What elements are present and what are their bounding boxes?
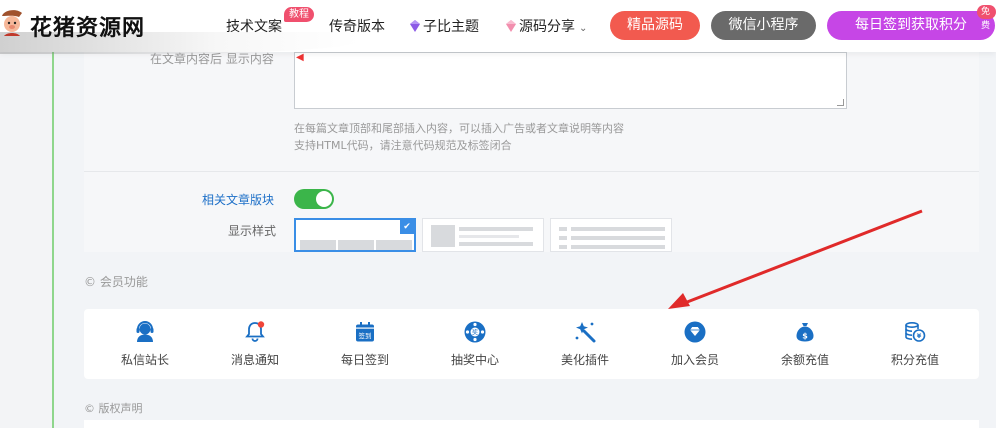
member-features-bar: 私信站长 消息通知 签到 每日签到 奖 抽奖中心 美化插件 加入会员 $ 余额充… bbox=[84, 309, 979, 379]
feature-daily-checkin[interactable]: 签到 每日签到 bbox=[310, 309, 420, 379]
wechat-miniprogram-button[interactable]: 微信小程序 bbox=[711, 11, 816, 40]
feature-beautify-plugins[interactable]: 美化插件 bbox=[530, 309, 640, 379]
red-marker-icon: ◀ bbox=[296, 52, 304, 63]
magic-wand-icon bbox=[575, 322, 596, 343]
feature-label: 余额充值 bbox=[780, 353, 829, 367]
feature-label: 每日签到 bbox=[340, 353, 389, 367]
related-posts-section: 相关文章版块 显示样式 ✔ bbox=[84, 172, 979, 252]
premium-source-button[interactable]: 精品源码 bbox=[610, 11, 700, 40]
money-bag-icon: $ bbox=[796, 323, 814, 342]
daily-checkin-points-button[interactable]: 每日签到获取积分 bbox=[827, 11, 995, 40]
display-style-label: 显示样式 bbox=[228, 224, 277, 238]
display-style-option-2[interactable] bbox=[422, 218, 544, 252]
svg-text:$: $ bbox=[802, 332, 808, 341]
copyright-title: © 版权声明 bbox=[84, 402, 143, 415]
nav-legend-versions[interactable]: 传奇版本 bbox=[329, 16, 385, 36]
hint-text-line1: 在每篇文章顶部和尾部插入内容，可以插入广告或者文章说明等内容 bbox=[294, 122, 624, 135]
chevron-down-icon: ⌄ bbox=[579, 23, 588, 34]
nav-source-share[interactable]: 源码分享 ⌄ bbox=[505, 16, 587, 36]
calendar-checkin-icon: 签到 bbox=[356, 322, 374, 342]
feature-label: 加入会员 bbox=[670, 353, 719, 367]
vip-diamond-icon bbox=[684, 321, 706, 343]
feature-lottery-center[interactable]: 奖 抽奖中心 bbox=[420, 309, 530, 379]
resize-handle[interactable] bbox=[837, 99, 844, 106]
user-support-icon bbox=[136, 321, 154, 342]
display-style-option-1[interactable]: ✔ bbox=[294, 218, 416, 252]
post-insert-content-section: 在文章内容后 显示内容 ◀ 在每篇文章顶部和尾部插入内容，可以插入广告或者文章说… bbox=[84, 40, 979, 172]
hint-text-line2: 支持HTML代码，请注意代码规范及标签闭合 bbox=[294, 139, 512, 152]
related-posts-toggle[interactable] bbox=[294, 189, 334, 209]
settings-panel: 在文章内容后 显示内容 ◀ 在每篇文章顶部和尾部插入内容，可以插入广告或者文章说… bbox=[84, 40, 979, 252]
selected-check-icon: ✔ bbox=[400, 220, 414, 234]
site-name[interactable]: 花猪资源网 bbox=[30, 10, 145, 42]
related-posts-label: 相关文章版块 bbox=[202, 193, 275, 207]
feature-join-membership[interactable]: 加入会员 bbox=[640, 309, 750, 379]
svg-text:签到: 签到 bbox=[359, 331, 372, 340]
lottery-wheel-icon: 奖 bbox=[464, 321, 486, 343]
feature-balance-recharge[interactable]: $ 余额充值 bbox=[750, 309, 860, 379]
display-style-option-3[interactable] bbox=[550, 218, 672, 252]
feature-label: 抽奖中心 bbox=[450, 353, 499, 367]
svg-text:¥: ¥ bbox=[917, 332, 922, 340]
gem-icon bbox=[506, 20, 516, 32]
bell-icon bbox=[245, 321, 265, 342]
copyright-box bbox=[84, 420, 979, 428]
left-sidebar-strip bbox=[0, 0, 54, 428]
nav-tech-copy[interactable]: 技术文案 bbox=[226, 16, 282, 36]
feature-private-message[interactable]: 私信站长 bbox=[90, 309, 200, 379]
site-header: 花猪资源网 技术文案 教程 传奇版本 子比主题 源码分享 ⌄ 精品源码 微信小程序… bbox=[0, 0, 996, 54]
member-features-title: © 会员功能 bbox=[84, 275, 148, 289]
toggle-knob bbox=[316, 191, 332, 207]
svg-text:奖: 奖 bbox=[472, 329, 478, 337]
nav-zibll-theme[interactable]: 子比主题 bbox=[409, 16, 479, 36]
insert-content-textarea[interactable] bbox=[294, 52, 847, 109]
feature-label: 美化插件 bbox=[560, 353, 609, 367]
feature-label: 积分充值 bbox=[890, 353, 939, 367]
nav-badge-tutorial: 教程 bbox=[284, 7, 314, 22]
feature-label: 消息通知 bbox=[230, 353, 279, 367]
coins-icon: ¥ bbox=[905, 321, 926, 342]
feature-points-recharge[interactable]: ¥ 积分充值 bbox=[860, 309, 970, 379]
pig-mascot-logo[interactable] bbox=[0, 6, 26, 40]
gem-icon bbox=[410, 20, 420, 32]
feature-notifications[interactable]: 消息通知 bbox=[200, 309, 310, 379]
free-badge: 免费 bbox=[977, 5, 996, 31]
feature-label: 私信站长 bbox=[120, 353, 169, 367]
